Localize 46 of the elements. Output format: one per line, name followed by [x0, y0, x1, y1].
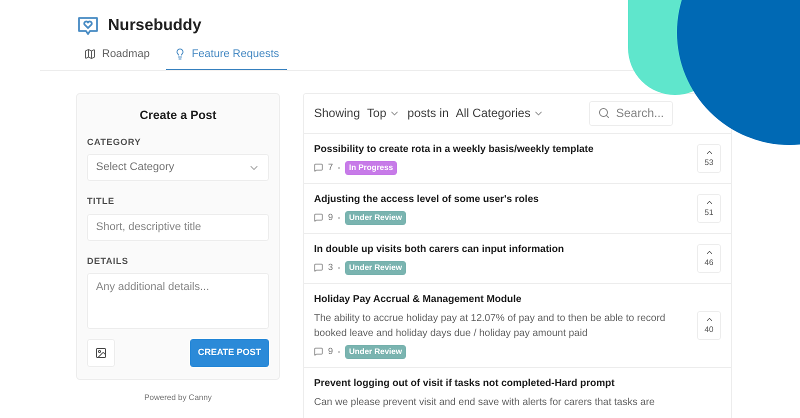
comment-icon	[314, 213, 323, 222]
nav-tab[interactable]: Roadmap	[76, 46, 158, 70]
nav-tab[interactable]: Feature Requests	[166, 46, 288, 70]
field-label: TITLE	[87, 195, 116, 208]
comment-count: 9	[328, 210, 334, 224]
comment-icon	[314, 347, 323, 356]
powered-by-text: Powered by Canny	[144, 392, 212, 404]
field-label: CATEGORY	[87, 136, 142, 148]
post-title[interactable]: Holiday Pay Accrual & Management Module	[314, 292, 697, 306]
lightbulb-icon	[174, 48, 186, 60]
post-title[interactable]: In double up visits both carers can input information	[314, 242, 697, 256]
comment-icon	[314, 263, 323, 272]
post-description: Can we please prevent visit and end save with alerts for carers that tasks are	[314, 396, 656, 410]
comment-icon	[314, 163, 323, 172]
filter-text: Showing	[314, 105, 360, 122]
comment-count: 9	[328, 344, 334, 358]
sort-dropdown[interactable]: Top	[367, 104, 400, 122]
search-icon	[598, 107, 610, 119]
comment-count: 3	[328, 260, 334, 274]
image-upload-button[interactable]	[87, 339, 115, 367]
post-title[interactable]: Adjusting the access level of some user's roles	[314, 192, 697, 206]
upvote-button[interactable]: 46	[697, 244, 721, 272]
details-input[interactable]: Any additional details...	[87, 273, 269, 329]
status-tag: Under Review	[345, 260, 406, 274]
status-tag: Under Review	[345, 210, 406, 224]
category-dropdown[interactable]: All Categories	[456, 104, 544, 122]
create-post-button[interactable]: CREATE POST	[190, 339, 269, 367]
card-title: Create a Post	[138, 106, 218, 124]
category-select[interactable]: Select Category	[87, 154, 269, 181]
comment-count: 7	[328, 160, 334, 174]
filter-text: posts in	[407, 105, 449, 122]
status-tag: In Progress	[345, 160, 398, 174]
upvote-button[interactable]: 40	[697, 310, 721, 340]
image-icon	[95, 347, 107, 359]
upvote-button[interactable]: 51	[697, 194, 721, 222]
post-title[interactable]: Possibility to create rota in a weekly basis/weekly template	[314, 142, 697, 156]
upvote-button[interactable]: 53	[697, 144, 721, 172]
post-description: The ability to accrue holiday pay at 12.07% of pay and to then be able to record booked leave and holiday days due / holiday pay amount paid	[314, 312, 666, 340]
status-tag: Under Review	[345, 344, 406, 358]
search-field[interactable]: Search...	[589, 100, 673, 126]
heart-chat-logo-icon	[76, 14, 100, 38]
post-title[interactable]: Prevent logging out of visit if tasks not completed-Hard prompt	[314, 376, 721, 390]
field-label: DETAILS	[87, 254, 130, 268]
brand-name: Nursebuddy	[108, 16, 202, 36]
title-input[interactable]: Short, descriptive title	[87, 214, 269, 240]
map-icon	[84, 48, 96, 60]
